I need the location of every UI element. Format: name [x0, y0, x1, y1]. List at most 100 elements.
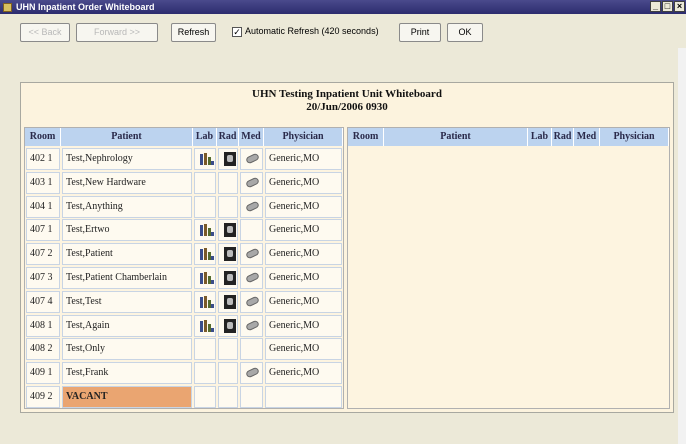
cell-med[interactable]: [240, 386, 263, 408]
cell-lab[interactable]: [194, 148, 216, 170]
cell-room[interactable]: 407 4: [26, 290, 60, 313]
cell-med[interactable]: [240, 243, 263, 266]
col-header-rad[interactable]: Rad: [217, 128, 239, 146]
cell-rad[interactable]: [218, 386, 238, 408]
cell-lab[interactable]: [194, 171, 216, 194]
cell-med[interactable]: [240, 195, 263, 218]
cell-physician[interactable]: Generic,MO: [265, 219, 342, 242]
cell-physician[interactable]: Generic,MO: [265, 267, 342, 289]
ok-button[interactable]: OK: [447, 23, 483, 42]
cell-patient[interactable]: Test,Anything: [62, 195, 192, 218]
cell-patient[interactable]: Test,Only: [62, 338, 192, 361]
cell-med[interactable]: [240, 338, 263, 361]
cell-room[interactable]: 407 2: [26, 243, 60, 266]
cell-rad[interactable]: [218, 314, 238, 337]
cell-physician[interactable]: Generic,MO: [265, 171, 342, 194]
cell-physician[interactable]: Generic,MO: [265, 243, 342, 266]
cell-rad[interactable]: [218, 243, 238, 266]
xray-icon: [224, 152, 236, 166]
right-col-header-lab[interactable]: Lab: [528, 128, 552, 146]
cell-lab[interactable]: [194, 195, 216, 218]
cell-room[interactable]: 409 2: [26, 386, 60, 408]
cell-rad[interactable]: [218, 148, 238, 170]
print-button[interactable]: Print: [399, 23, 441, 42]
cell-patient[interactable]: Test,Ertwo: [62, 219, 192, 242]
cell-rad[interactable]: [218, 362, 238, 385]
cell-rad[interactable]: [218, 219, 238, 242]
xray-icon-detail: [227, 321, 233, 329]
cell-room[interactable]: 402 1: [26, 148, 60, 170]
cell-lab[interactable]: [194, 219, 216, 242]
cell-patient[interactable]: Test,Again: [62, 314, 192, 337]
right-col-header-physician[interactable]: Physician: [600, 128, 669, 146]
cell-patient[interactable]: Test,Test: [62, 290, 192, 313]
auto-refresh-checkbox[interactable]: ✓: [232, 27, 242, 37]
col-header-patient[interactable]: Patient: [61, 128, 193, 146]
maximize-icon[interactable]: □: [662, 1, 673, 12]
xray-icon: [224, 247, 236, 262]
cell-lab[interactable]: [194, 338, 216, 361]
cell-patient[interactable]: Test,New Hardware: [62, 171, 192, 194]
cell-med[interactable]: [240, 219, 263, 242]
cell-rad[interactable]: [218, 338, 238, 361]
cell-physician[interactable]: Generic,MO: [265, 362, 342, 385]
cell-lab[interactable]: [194, 386, 216, 408]
back-button[interactable]: << Back: [20, 23, 70, 42]
cell-rad[interactable]: [218, 195, 238, 218]
scrollbar[interactable]: [678, 48, 686, 444]
cell-rad[interactable]: [218, 290, 238, 313]
col-header-room[interactable]: Room: [25, 128, 61, 146]
cell-room[interactable]: 407 1: [26, 219, 60, 242]
cell-med[interactable]: [240, 148, 263, 170]
minimize-icon[interactable]: _: [650, 1, 661, 12]
lab-icon: [200, 272, 214, 284]
cell-room[interactable]: 403 1: [26, 171, 60, 194]
cell-rad[interactable]: [218, 267, 238, 289]
cell-med[interactable]: [240, 290, 263, 313]
cell-lab[interactable]: [194, 243, 216, 266]
cell-med[interactable]: [240, 267, 263, 289]
right-col-header-rad[interactable]: Rad: [552, 128, 574, 146]
cell-patient[interactable]: Test,Patient Chamberlain: [62, 267, 192, 289]
cell-med[interactable]: [240, 171, 263, 194]
cell-patient[interactable]: Test,Patient: [62, 243, 192, 266]
left-table: Room Patient Lab Rad Med Physician 402 1 Test,N…: [24, 127, 344, 409]
cell-room[interactable]: 408 1: [26, 314, 60, 337]
board-title: UHN Testing Inpatient Unit Whiteboard: [252, 88, 442, 100]
cell-lab[interactable]: [194, 314, 216, 337]
xray-icon: [224, 318, 236, 333]
col-header-med[interactable]: Med: [239, 128, 264, 146]
cell-physician[interactable]: Generic,MO: [265, 290, 342, 313]
cell-lab[interactable]: [194, 267, 216, 289]
cell-physician[interactable]: Generic,MO: [265, 148, 342, 170]
right-col-header-room[interactable]: Room: [348, 128, 384, 146]
pill-icon: [245, 176, 260, 189]
cell-room[interactable]: 407 3: [26, 267, 60, 289]
cell-lab[interactable]: [194, 290, 216, 313]
cell-patient[interactable]: VACANT: [62, 386, 192, 408]
pill-icon: [245, 366, 260, 379]
cell-patient[interactable]: Test,Nephrology: [62, 148, 192, 170]
right-col-header-patient[interactable]: Patient: [384, 128, 528, 146]
cell-physician[interactable]: Generic,MO: [265, 195, 342, 218]
cell-room[interactable]: 408 2: [26, 338, 60, 361]
cell-physician[interactable]: Generic,MO: [265, 314, 342, 337]
cell-physician[interactable]: [265, 386, 342, 408]
lab-icon: [200, 248, 214, 261]
cell-patient[interactable]: Test,Frank: [62, 362, 192, 385]
right-col-header-med[interactable]: Med: [574, 128, 600, 146]
cell-room[interactable]: 409 1: [26, 362, 60, 385]
col-header-physician[interactable]: Physician: [264, 128, 343, 146]
cell-lab[interactable]: [194, 362, 216, 385]
pill-icon: [245, 295, 260, 308]
cell-physician[interactable]: Generic,MO: [265, 338, 342, 361]
cell-room[interactable]: 404 1: [26, 195, 60, 218]
refresh-button[interactable]: Refresh: [171, 23, 216, 42]
col-header-lab[interactable]: Lab: [193, 128, 217, 146]
xray-icon: [224, 294, 236, 309]
forward-button[interactable]: Forward >>: [76, 23, 158, 42]
cell-med[interactable]: [240, 314, 263, 337]
cell-rad[interactable]: [218, 171, 238, 194]
close-icon[interactable]: ×: [674, 1, 685, 12]
cell-med[interactable]: [240, 362, 263, 385]
